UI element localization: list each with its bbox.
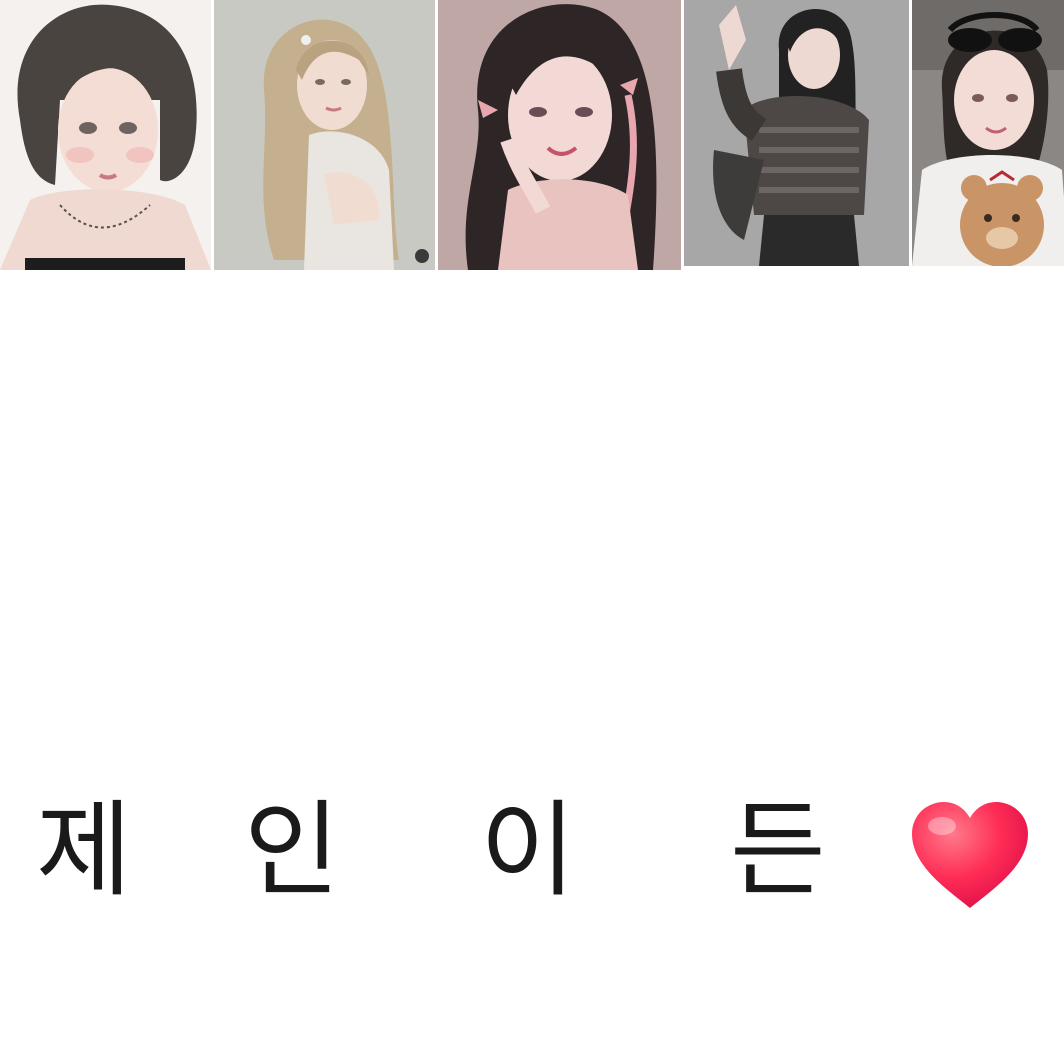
gallery-image-1[interactable] [0,0,211,270]
heart-icon [912,802,1028,908]
portrait-illustration-2 [214,0,435,270]
portrait-illustration-5 [912,0,1064,266]
gallery-image-5[interactable] [912,0,1064,266]
portrait-illustration-3 [438,0,681,270]
caption-char-3: 이 [480,789,576,911]
caption-char-2: 인 [244,789,340,911]
portrait-illustration-1 [0,0,211,270]
portrait-illustration-4 [684,0,909,266]
image-gallery [0,0,1064,272]
caption-row: 제 인 이 든 [0,780,1064,920]
caption-char-1: 제 [36,789,132,911]
gallery-image-4[interactable] [684,0,909,266]
caption-char-4: 든 [730,789,826,911]
gallery-image-2[interactable] [214,0,435,270]
gallery-image-3[interactable] [438,0,681,270]
